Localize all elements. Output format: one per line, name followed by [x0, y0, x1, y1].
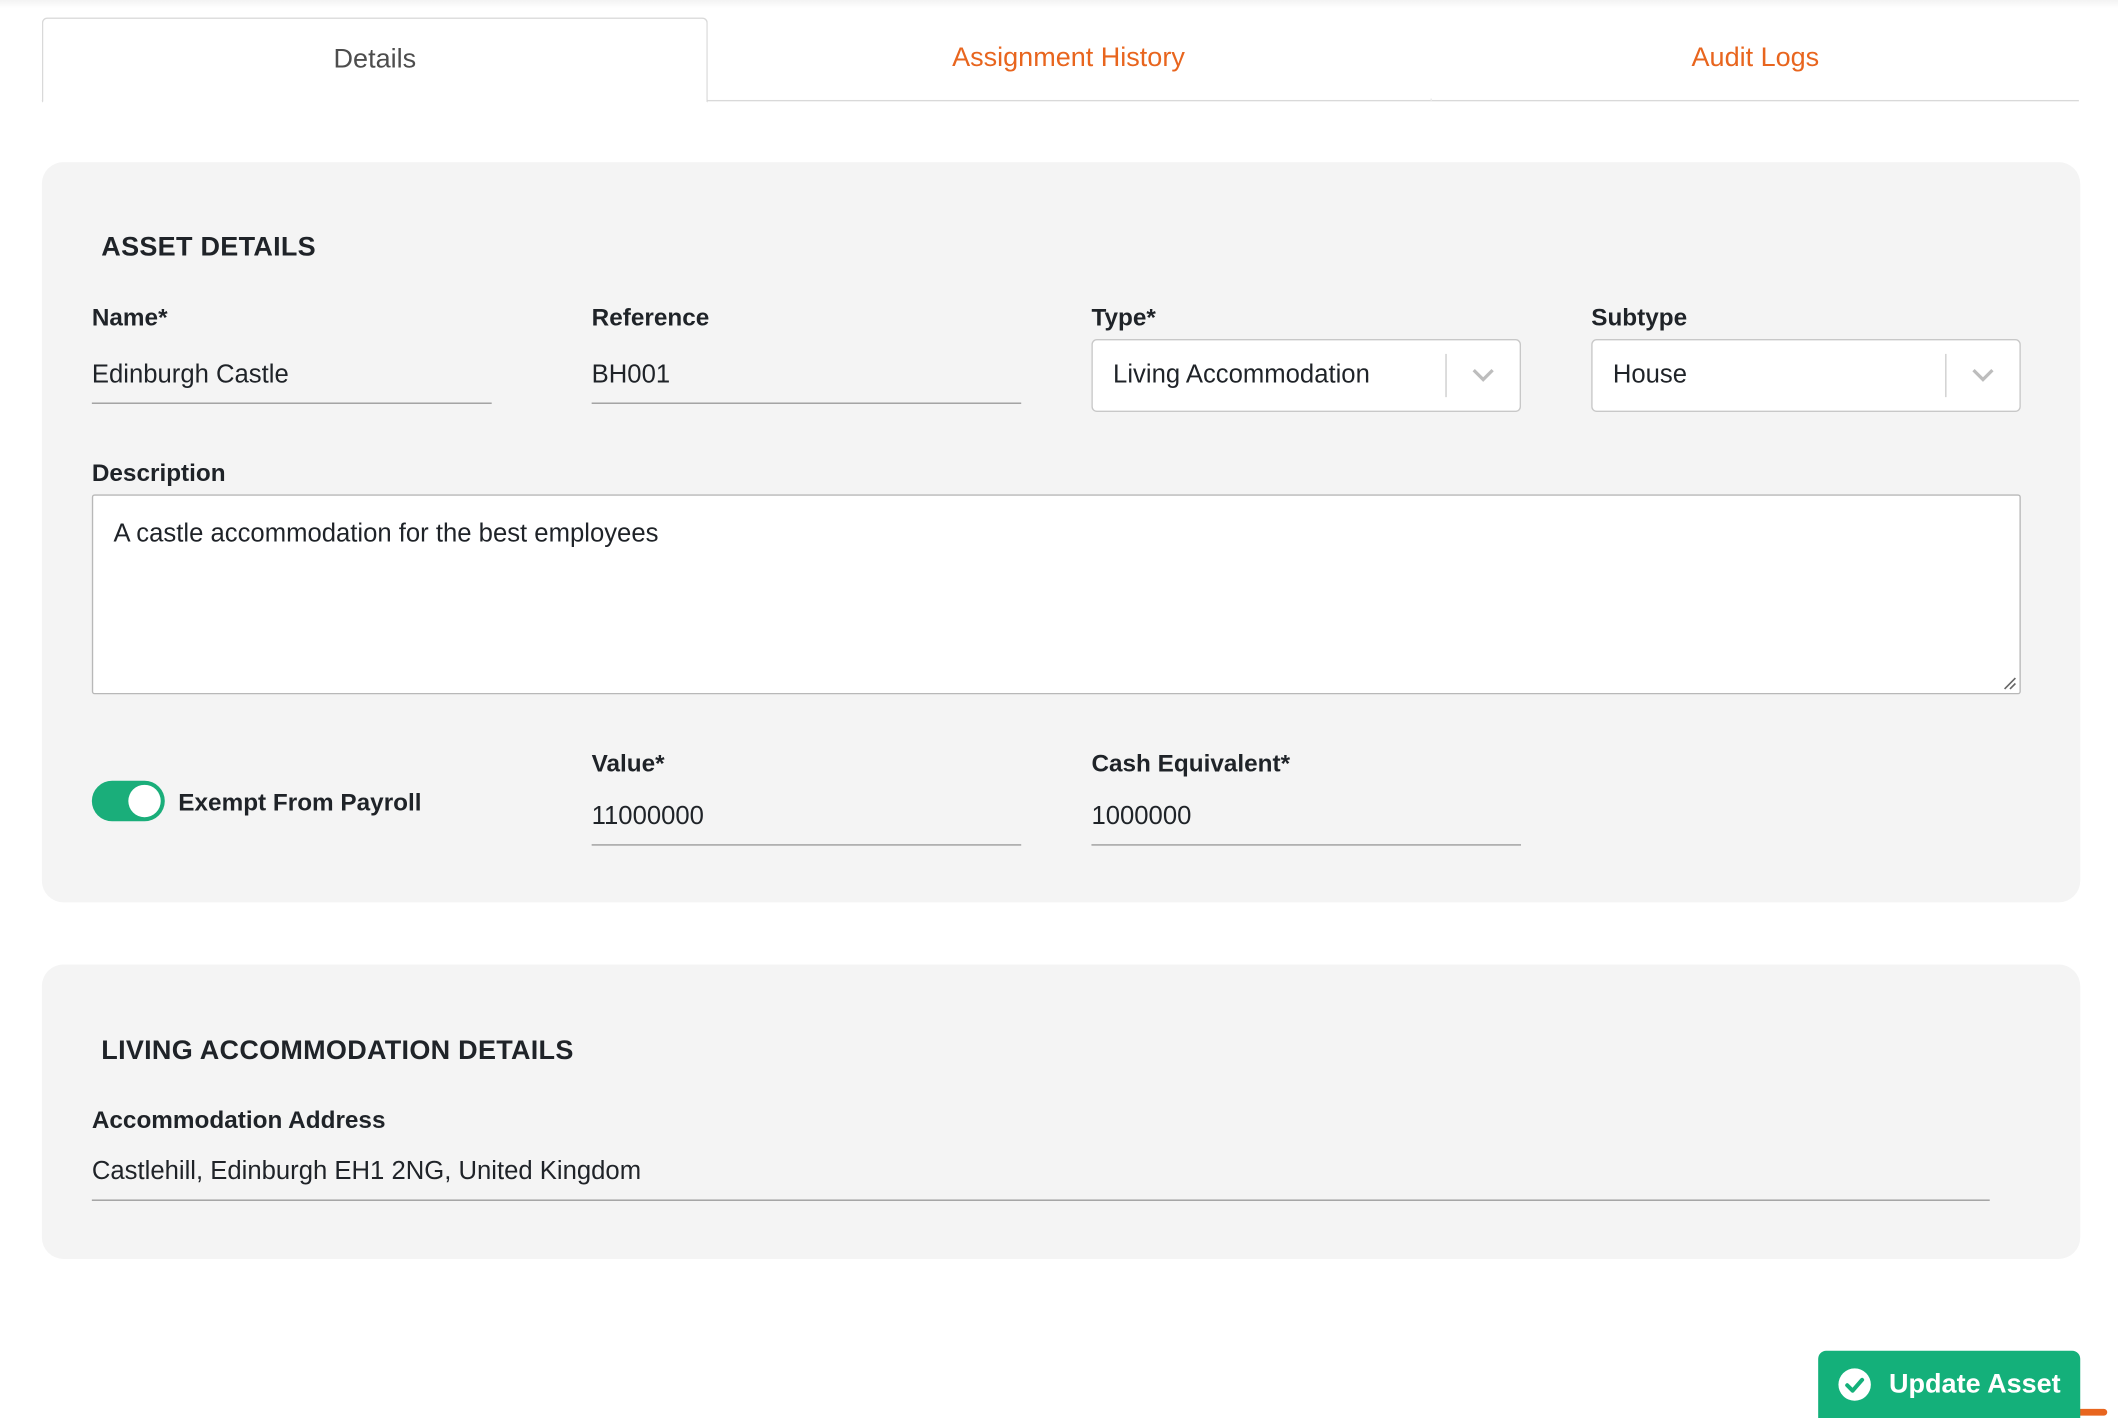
chevron-down-icon[interactable]: [1447, 367, 1520, 383]
exempt-payroll-label: Exempt From Payroll: [178, 788, 422, 816]
living-details-title: LIVING ACCOMMODATION DETAILS: [101, 1036, 574, 1066]
tab-audit-logs[interactable]: Audit Logs: [1432, 18, 2079, 100]
tab-bar: Details Assignment History Audit Logs: [41, 17, 2079, 103]
reference-field[interactable]: BH001: [591, 349, 1022, 404]
asset-page: Details Assignment History Audit Logs AS…: [0, 0, 2118, 1418]
description-text: A castle accommodation for the best empl…: [113, 520, 659, 549]
chevron-down-icon[interactable]: [1947, 367, 2020, 383]
address-label: Accommodation Address: [91, 1106, 386, 1134]
name-field[interactable]: Edinburgh Castle: [91, 349, 492, 404]
tab-details[interactable]: Details: [41, 17, 708, 103]
toggle-knob: [128, 784, 161, 818]
type-label: Type*: [1091, 303, 1156, 331]
resize-handle-icon[interactable]: [2003, 677, 2017, 691]
name-label: Name*: [91, 303, 168, 331]
top-shadow: [0, 0, 2118, 9]
subtype-select-value: House: [1612, 360, 1688, 390]
asset-details-title: ASSET DETAILS: [101, 232, 316, 263]
type-select[interactable]: Living Accommodation: [1091, 339, 1522, 412]
update-asset-label: Update Asset: [1889, 1369, 2061, 1399]
update-asset-button[interactable]: Update Asset: [1818, 1350, 2081, 1418]
type-select-value: Living Accommodation: [1113, 360, 1370, 390]
value-field[interactable]: 11000000: [591, 790, 1022, 846]
cash-equivalent-label: Cash Equivalent*: [1091, 749, 1291, 777]
subtype-select[interactable]: House: [1591, 339, 2021, 412]
address-field[interactable]: Castlehill, Edinburgh EH1 2NG, United Ki…: [91, 1145, 1990, 1201]
check-circle-icon: [1839, 1368, 1872, 1401]
value-label: Value*: [591, 749, 665, 777]
cash-equivalent-field[interactable]: 1000000: [1091, 790, 1522, 846]
exempt-payroll-toggle[interactable]: [91, 780, 165, 822]
tab-assignment-history[interactable]: Assignment History: [706, 18, 1430, 100]
living-accommodation-card: LIVING ACCOMMODATION DETAILS Accommodati…: [41, 964, 2081, 1259]
description-label: Description: [91, 459, 226, 487]
reference-label: Reference: [591, 303, 710, 331]
description-textarea[interactable]: A castle accommodation for the best empl…: [91, 494, 2021, 695]
asset-details-card: ASSET DETAILS Name* Edinburgh Castle Ref…: [41, 162, 2081, 903]
subtype-label: Subtype: [1591, 303, 1688, 331]
